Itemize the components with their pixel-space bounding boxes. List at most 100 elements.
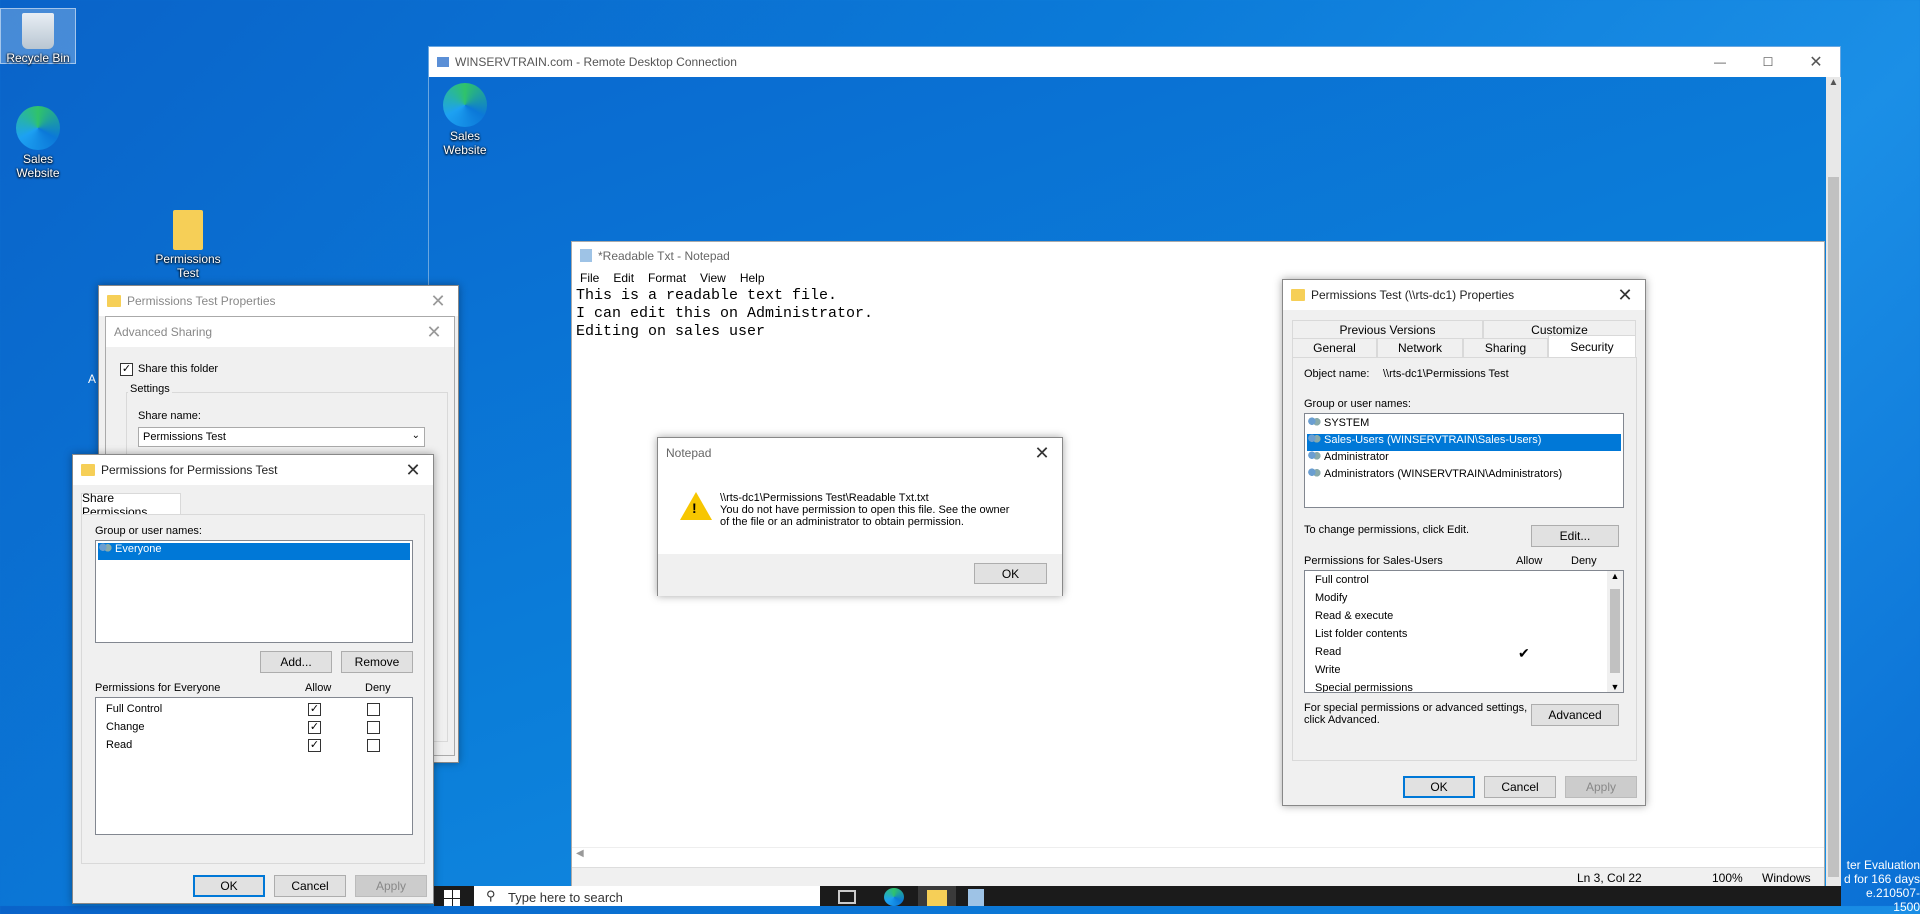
permission-row: List folder contents (1315, 628, 1408, 640)
tab-network[interactable]: Network (1377, 338, 1463, 357)
tab-security[interactable]: Security (1548, 335, 1636, 357)
taskbar: ⚲ Type here to search (434, 886, 1841, 906)
ok-button[interactable]: OK (193, 875, 265, 897)
list-item-label: Everyone (115, 543, 162, 555)
edge-icon (16, 106, 60, 150)
watermark-line: ter Evaluation (1846, 858, 1920, 872)
close-button[interactable]: ✕ (418, 291, 458, 312)
error-message: \\rts-dc1\Permissions Test\Readable Txt.… (720, 492, 1009, 528)
tab-sharing[interactable]: Sharing (1463, 338, 1548, 357)
rdp-icon-sales-website[interactable]: Sales Website (427, 83, 503, 157)
watermark-line: e.210507-1500 (1865, 886, 1920, 914)
tab-previous-versions[interactable]: Previous Versions (1292, 320, 1483, 339)
menu-file[interactable]: File (580, 271, 599, 285)
full-control-allow-checkbox[interactable]: ✓ (308, 703, 321, 716)
menu-view[interactable]: View (700, 271, 726, 285)
start-tile (444, 898, 452, 906)
change-allow-checkbox[interactable]: ✓ (308, 721, 321, 734)
minimize-button[interactable]: — (1696, 55, 1744, 69)
scroll-up-icon[interactable]: ▲ (1607, 571, 1623, 581)
status-zoom: 100% (1712, 871, 1743, 885)
object-name-label: Object name: (1304, 368, 1370, 380)
close-button[interactable]: ✕ (414, 322, 454, 343)
remote-properties-title: Permissions Test (\\rts-dc1) Properties (1311, 288, 1515, 302)
share-folder-checkbox[interactable]: ✓ (120, 363, 133, 376)
desktop-icon-sales-website[interactable]: Sales Website (0, 106, 76, 180)
folder-icon (107, 295, 121, 307)
ok-button[interactable]: OK (974, 563, 1047, 584)
add-button[interactable]: Add... (260, 651, 332, 673)
tab-general[interactable]: General (1292, 338, 1377, 357)
permissions-list[interactable]: Full Control Change Read ✓ ✓ ✓ (95, 697, 413, 835)
folder-icon (1291, 289, 1305, 301)
edge-icon (443, 83, 487, 127)
change-permissions-text: To change permissions, click Edit. (1304, 524, 1470, 536)
object-name-value: \\rts-dc1\Permissions Test (1383, 368, 1509, 380)
group-names-list[interactable]: Everyone (95, 540, 413, 643)
list-item[interactable]: Administrator (1307, 451, 1621, 468)
permission-row: Modify (1315, 592, 1348, 604)
permissions-for-label: Permissions for Everyone (95, 682, 221, 694)
error-text-line: You do not have permission to open this … (720, 504, 1010, 516)
apply-button[interactable]: Apply (1565, 776, 1637, 798)
cancel-button[interactable]: Cancel (1484, 776, 1556, 798)
rdp-scrollbar[interactable]: ▲ (1826, 77, 1841, 887)
horizontal-scrollbar[interactable]: ◀ (572, 847, 1824, 862)
list-item-label: Sales-Users (WINSERVTRAIN\Sales-Users) (1324, 434, 1542, 446)
permissions-list[interactable]: Full control Modify Read & execute List … (1304, 570, 1624, 693)
group-names-label: Group or user names: (95, 525, 202, 537)
scroll-down-icon[interactable]: ▼ (1607, 682, 1623, 692)
taskbar-search-box[interactable]: ⚲ Type here to search (474, 886, 820, 906)
user-icon (1307, 451, 1321, 464)
windows-start-icon[interactable] (444, 890, 460, 906)
tab-share-permissions[interactable]: Share Permissions (81, 491, 181, 519)
list-item[interactable]: SYSTEM (1307, 417, 1621, 434)
full-control-deny-checkbox[interactable] (367, 703, 380, 716)
ok-button[interactable]: OK (1403, 776, 1475, 798)
remove-button[interactable]: Remove (341, 651, 413, 673)
close-button[interactable]: ✕ (1792, 52, 1840, 72)
scroll-up-icon[interactable]: ▲ (1826, 77, 1841, 88)
apply-button[interactable]: Apply (355, 875, 427, 897)
task-view-icon[interactable] (838, 890, 856, 904)
share-name-dropdown[interactable]: Permissions Test ⌄ (138, 427, 425, 447)
file-explorer-taskbar-icon[interactable] (918, 886, 956, 906)
error-dialog-title: Notepad (666, 446, 712, 460)
menu-help[interactable]: Help (740, 271, 765, 285)
permissions-scrollbar[interactable]: ▲ ▼ (1607, 571, 1623, 692)
permissions-for-label: Permissions for Sales-Users (1304, 555, 1443, 567)
read-allow-checkbox[interactable]: ✓ (308, 739, 321, 752)
desktop-icon-label: Sales Website (16, 152, 60, 180)
group-names-list[interactable]: SYSTEM Sales-Users (WINSERVTRAIN\Sales-U… (1304, 413, 1624, 508)
share-permissions-dialog: Permissions for Permissions Test ✕ Share… (72, 454, 434, 904)
maximize-button[interactable]: ☐ (1744, 55, 1792, 69)
notepad-statusbar: Ln 3, Col 22 100% Windows (C (572, 867, 1824, 899)
recycle-bin-icon (22, 13, 54, 49)
advanced-button[interactable]: Advanced (1531, 704, 1619, 726)
error-dialog-titlebar: Notepad ✕ (658, 438, 1062, 468)
menu-edit[interactable]: Edit (613, 271, 634, 285)
list-item[interactable]: Administrators (WINSERVTRAIN\Administrat… (1307, 468, 1621, 485)
desktop-icon-permissions-test[interactable]: Permissions Test (150, 210, 226, 280)
edge-taskbar-icon[interactable] (884, 888, 904, 906)
read-deny-checkbox[interactable] (367, 739, 380, 752)
menu-format[interactable]: Format (648, 271, 686, 285)
cancel-button[interactable]: Cancel (274, 875, 346, 897)
share-permissions-titlebar: Permissions for Permissions Test ✕ (73, 455, 433, 485)
close-button[interactable]: ✕ (1605, 285, 1645, 306)
warning-icon-mark: ! (692, 500, 697, 516)
users-icon (1307, 417, 1321, 430)
local-properties-title: Permissions Test Properties (127, 294, 276, 308)
start-tile (452, 898, 460, 906)
users-icon (98, 543, 112, 556)
list-item-selected[interactable]: Sales-Users (WINSERVTRAIN\Sales-Users) (1307, 434, 1621, 451)
desktop-icon-recycle-bin[interactable]: Recycle Bin (0, 8, 76, 65)
close-button[interactable]: ✕ (393, 460, 433, 481)
list-item-selected[interactable]: Everyone (98, 543, 410, 560)
scroll-thumb[interactable] (1610, 589, 1620, 673)
edit-button[interactable]: Edit... (1531, 525, 1619, 547)
notepad-taskbar-icon[interactable] (968, 889, 984, 906)
close-button[interactable]: ✕ (1022, 443, 1062, 464)
change-deny-checkbox[interactable] (367, 721, 380, 734)
scroll-thumb[interactable] (1828, 177, 1839, 877)
